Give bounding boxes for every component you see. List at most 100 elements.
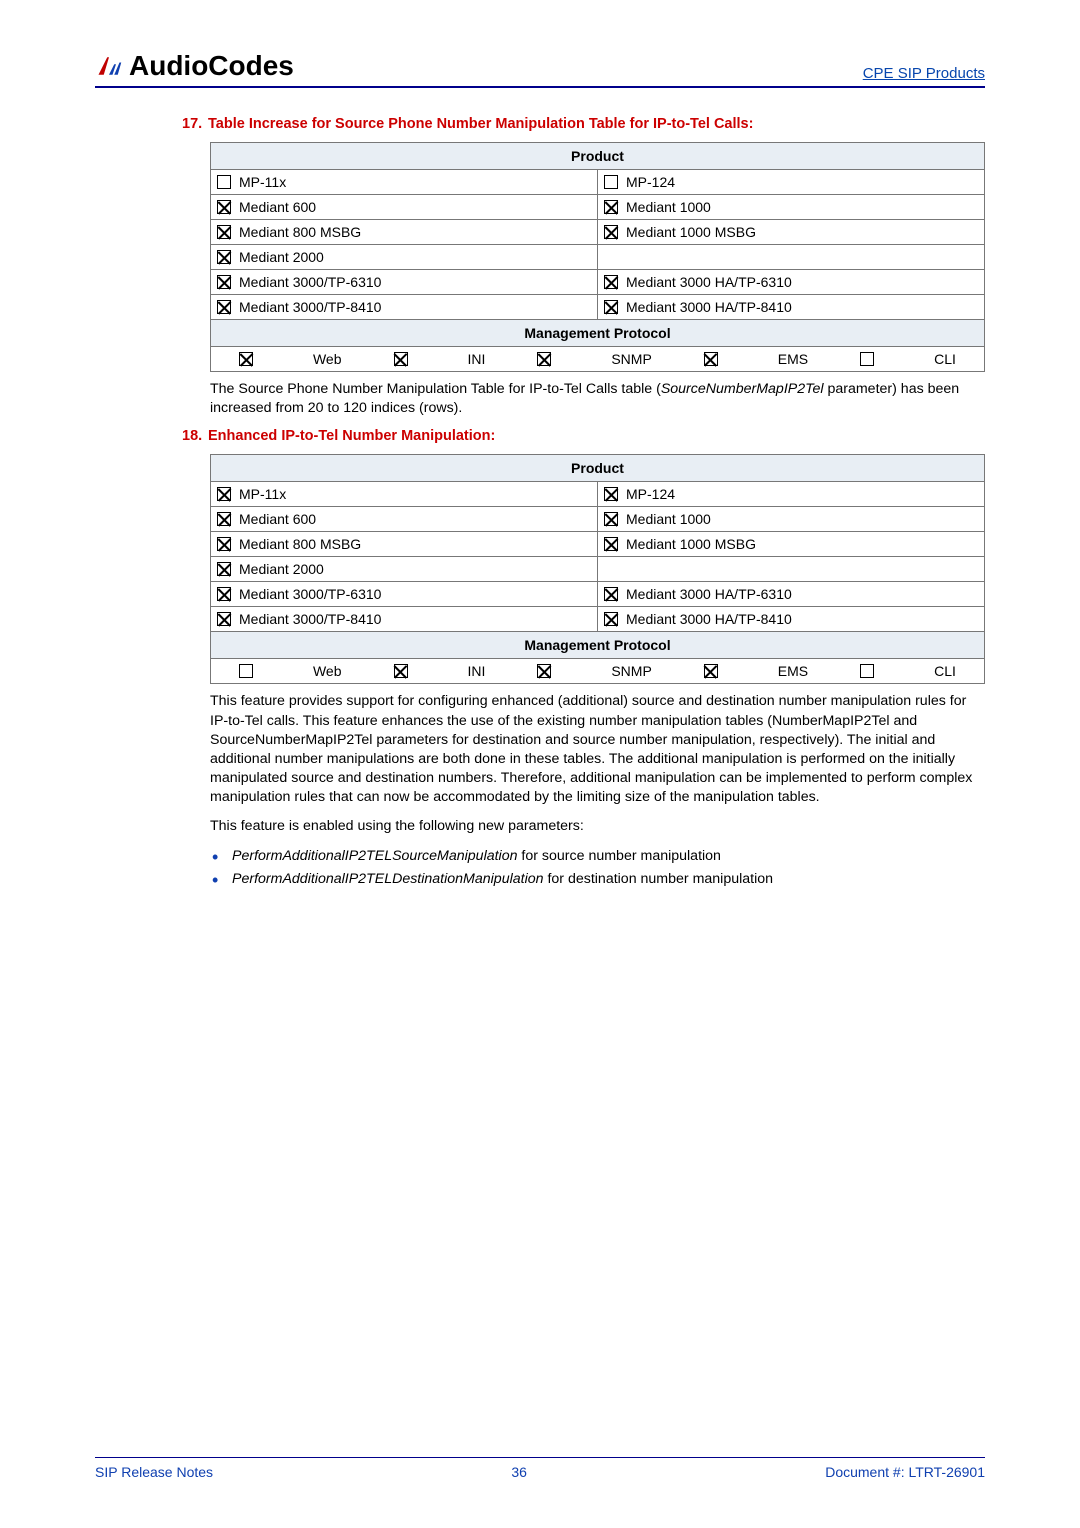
product-label: Mediant 3000/TP-8410 [239, 611, 381, 627]
checkbox-icon [860, 352, 874, 366]
product-label: MP-11x [239, 174, 286, 190]
product-label: Mediant 3000/TP-6310 [239, 586, 381, 602]
table-cell: MP-11x [211, 170, 598, 195]
item-18-title: Enhanced IP-to-Tel Number Manipulation: [208, 428, 495, 444]
footer-left: SIP Release Notes [95, 1464, 213, 1480]
checkbox-icon [217, 175, 231, 189]
table-cell: Mediant 800 MSBG [211, 220, 598, 245]
checkbox-icon [604, 612, 618, 626]
checkbox-icon [217, 512, 231, 526]
table-cell: Mediant 1000 MSBG [598, 220, 985, 245]
product-label: Mediant 1000 [626, 511, 711, 527]
item-18-mgmt-row: WebINISNMPEMSCLI [217, 663, 978, 679]
product-label: Mediant 1000 MSBG [626, 536, 756, 552]
product-label: Mediant 1000 [626, 199, 711, 215]
table-cell: Mediant 2000 [211, 557, 598, 582]
checkbox-icon [604, 587, 618, 601]
parameter-name: PerformAdditionalIP2TELSourceManipulatio… [232, 848, 517, 864]
product-label: Mediant 3000 HA/TP-8410 [626, 299, 792, 315]
list-item: PerformAdditionalIP2TELSourceManipulatio… [232, 847, 985, 866]
table-cell [598, 557, 985, 582]
table-cell [598, 245, 985, 270]
item-18-product-rows: MP-11x MP-124 Mediant 600 Mediant 1000 Media… [211, 482, 985, 632]
footer: SIP Release Notes 36 Document #: LTRT-26… [95, 1457, 985, 1480]
audiocodes-logo-icon [95, 52, 123, 80]
list-item: PerformAdditionalIP2TELDestinationManipu… [232, 870, 985, 889]
item-18-para1: This feature provides support for config… [210, 692, 985, 807]
product-label: Mediant 600 [239, 511, 316, 527]
product-label: Mediant 2000 [239, 249, 324, 265]
mgmt-protocol-label: CLI [934, 351, 956, 367]
checkbox-icon [604, 275, 618, 289]
table-cell: Mediant 3000 HA/TP-8410 [598, 607, 985, 632]
logo-text: AudioCodes [129, 50, 294, 82]
checkbox-icon [217, 537, 231, 551]
item-17-product-rows: MP-11xMP-124Mediant 600Mediant 1000Media… [211, 170, 985, 320]
product-label: Mediant 3000/TP-6310 [239, 274, 381, 290]
product-label: MP-124 [626, 486, 675, 502]
table-cell: MP-11x [211, 482, 598, 507]
product-header: Product [211, 143, 985, 170]
item-17-heading: 17.Table Increase for Source Phone Numbe… [210, 116, 985, 132]
mgmt-protocol-header: Management Protocol [211, 632, 985, 659]
parameter-name: PerformAdditionalIP2TELDestinationManipu… [232, 871, 544, 887]
mgmt-protocol-label: CLI [934, 663, 956, 679]
checkbox-icon [217, 587, 231, 601]
table-cell: Mediant 3000 HA/TP-6310 [598, 270, 985, 295]
item-18-para2: This feature is enabled using the follow… [210, 817, 985, 836]
checkbox-icon [537, 664, 551, 678]
product-label: Mediant 3000 HA/TP-6310 [626, 586, 792, 602]
mgmt-protocol-label: SNMP [611, 351, 651, 367]
footer-right: Document #: LTRT-26901 [825, 1464, 985, 1480]
product-label: Mediant 2000 [239, 561, 324, 577]
product-label: Mediant 800 MSBG [239, 224, 361, 240]
table-cell: Mediant 800 MSBG [211, 532, 598, 557]
mgmt-protocol-label: EMS [778, 351, 808, 367]
mgmt-protocol-label: INI [467, 663, 485, 679]
product-label: Mediant 1000 MSBG [626, 224, 756, 240]
product-header: Product [211, 455, 985, 482]
header-bar: AudioCodes CPE SIP Products [95, 50, 985, 88]
product-label: Mediant 800 MSBG [239, 536, 361, 552]
item-18-number: 18. [182, 428, 208, 444]
product-label: MP-11x [239, 486, 286, 502]
table-cell: Mediant 600 [211, 507, 598, 532]
item-18-product-table: Product MP-11x MP-124 Mediant 600 Mediant 1… [210, 454, 985, 684]
checkbox-icon [604, 225, 618, 239]
table-cell: Mediant 3000 HA/TP-8410 [598, 295, 985, 320]
product-label: Mediant 3000 HA/TP-8410 [626, 611, 792, 627]
checkbox-icon [604, 537, 618, 551]
table-cell: Mediant 3000/TP-6310 [211, 270, 598, 295]
checkbox-icon [704, 352, 718, 366]
table-cell: MP-124 [598, 170, 985, 195]
item-17-product-table: Product MP-11xMP-124Mediant 600Mediant 1… [210, 142, 985, 372]
table-cell: Mediant 3000 HA/TP-6310 [598, 582, 985, 607]
item-17-description: The Source Phone Number Manipulation Tab… [210, 380, 985, 418]
checkbox-icon [394, 352, 408, 366]
mgmt-protocol-label: SNMP [611, 663, 651, 679]
table-cell: Mediant 1000 [598, 195, 985, 220]
top-link-cpe-sip-products[interactable]: CPE SIP Products [863, 65, 985, 82]
table-cell: Mediant 3000/TP-8410 [211, 607, 598, 632]
checkbox-icon [217, 250, 231, 264]
checkbox-icon [217, 225, 231, 239]
table-cell: Mediant 1000 MSBG [598, 532, 985, 557]
checkbox-icon [217, 562, 231, 576]
table-cell: Mediant 2000 [211, 245, 598, 270]
mgmt-protocol-header: Management Protocol [211, 320, 985, 347]
checkbox-icon [604, 200, 618, 214]
product-label: MP-124 [626, 174, 675, 190]
footer-page-number: 36 [511, 1464, 527, 1480]
item-17-number: 17. [182, 116, 208, 132]
table-cell: Mediant 1000 [598, 507, 985, 532]
mgmt-protocol-label: INI [467, 351, 485, 367]
item-18-heading: 18.Enhanced IP-to-Tel Number Manipulatio… [210, 428, 985, 444]
table-cell: MP-124 [598, 482, 985, 507]
checkbox-icon [704, 664, 718, 678]
checkbox-icon [217, 275, 231, 289]
checkbox-icon [217, 487, 231, 501]
table-cell: Mediant 3000/TP-8410 [211, 295, 598, 320]
item-17-title: Table Increase for Source Phone Number M… [208, 116, 753, 132]
logo: AudioCodes [95, 50, 294, 82]
table-cell: Mediant 3000/TP-6310 [211, 582, 598, 607]
